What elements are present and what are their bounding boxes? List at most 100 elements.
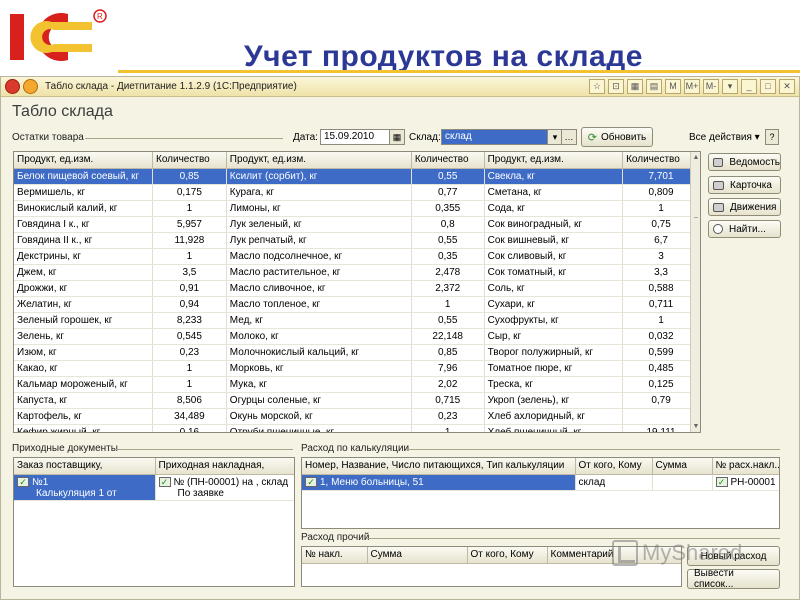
quantity-cell[interactable]: 0,35	[411, 248, 485, 265]
vertical-scrollbar[interactable]: ▲ – ▼	[690, 152, 700, 432]
quantity-cell[interactable]: 0,23	[152, 344, 227, 361]
quantity-cell[interactable]: 11,928	[152, 232, 227, 249]
quantity-cell[interactable]: 8,233	[152, 312, 227, 329]
table-row[interactable]: ✓ №1 Калькуляция 1 от ✓ № (ПН-00001) на , …	[14, 474, 294, 501]
quantity-cell[interactable]: 2,372	[411, 280, 485, 297]
product-cell[interactable]: Винокислый калий, кг	[14, 200, 153, 217]
product-cell[interactable]: Изюм, кг	[14, 344, 153, 361]
favorites-icon[interactable]: ☆	[589, 79, 605, 94]
quantity-cell[interactable]: 3	[622, 248, 700, 265]
column-header[interactable]: Продукт, ед.изм.	[14, 152, 153, 169]
product-cell[interactable]: Какао, кг	[14, 360, 153, 377]
product-cell[interactable]: Кефир жирный, кг	[14, 424, 153, 432]
product-cell[interactable]: Джем, кг	[14, 264, 153, 281]
quantity-cell[interactable]: 1	[152, 248, 227, 265]
scroll-down-icon[interactable]: ▼	[692, 423, 700, 430]
product-cell[interactable]: Свекла, кг	[484, 168, 624, 185]
table-row[interactable]: Белок пищевой соевый, кг 0,85 Ксилит (сорб…	[14, 168, 700, 185]
quantity-cell[interactable]: 1	[622, 200, 700, 217]
quantity-cell[interactable]: 1	[152, 360, 227, 377]
product-cell[interactable]: Томатное пюре, кг	[484, 360, 624, 377]
product-cell[interactable]: Соль, кг	[484, 280, 624, 297]
select-more-button[interactable]: …	[561, 129, 577, 145]
column-header[interactable]: Количество	[411, 152, 485, 169]
memory-plus-button[interactable]: M+	[684, 79, 700, 94]
quantity-cell[interactable]: 7,701	[622, 168, 700, 185]
quantity-cell[interactable]: 1	[152, 200, 227, 217]
table-row[interactable]: Дрожжи, кг 0,91 Масло сливочное, кг 2,372 Со…	[14, 280, 700, 297]
quantity-cell[interactable]: 0,55	[411, 168, 485, 185]
quantity-cell[interactable]: 22,148	[411, 328, 485, 345]
quantity-cell[interactable]: 2,478	[411, 264, 485, 281]
table-row[interactable]: Джем, кг 3,5 Масло растительное, кг 2,478 Со…	[14, 264, 700, 281]
quantity-cell[interactable]: 0,545	[152, 328, 227, 345]
product-cell[interactable]: Говядина I к., кг	[14, 216, 153, 233]
product-cell[interactable]: Огурцы соленые, кг	[226, 392, 412, 409]
column-header[interactable]: Сумма	[367, 547, 468, 564]
column-header[interactable]: № расх.накл...	[712, 458, 779, 475]
product-cell[interactable]: Зелень, кг	[14, 328, 153, 345]
card-button[interactable]: Карточка	[708, 176, 781, 194]
memory-button[interactable]: M	[665, 79, 681, 94]
stock-table[interactable]: Продукт, ед.изм. Количество Продукт, ед.из…	[13, 151, 701, 433]
column-header[interactable]: Количество	[152, 152, 227, 169]
column-header[interactable]: От кого, Кому	[467, 547, 548, 564]
quantity-cell[interactable]: 0,75	[622, 216, 700, 233]
quantity-cell[interactable]: 0,032	[622, 328, 700, 345]
dropdown-icon[interactable]: ▾	[722, 79, 738, 94]
product-cell[interactable]: Сок томатный, кг	[484, 264, 624, 281]
quantity-cell[interactable]: 0,599	[622, 344, 700, 361]
table-row[interactable]: Изюм, кг 0,23 Молочнокислый кальций, кг 0,8…	[14, 344, 700, 361]
product-cell[interactable]: Желатин, кг	[14, 296, 153, 313]
quantity-cell[interactable]: 0,91	[152, 280, 227, 297]
column-header[interactable]: От кого, Кому	[575, 458, 653, 475]
table-row[interactable]: Винокислый калий, кг 1 Лимоны, кг 0,355 Сода…	[14, 200, 700, 217]
quantity-cell[interactable]: 2,02	[411, 376, 485, 393]
quantity-cell[interactable]: 1	[622, 312, 700, 329]
table-row[interactable]: Говядина I к., кг 5,957 Лук зеленый, кг 0,8…	[14, 216, 700, 233]
quantity-cell[interactable]: 5,957	[152, 216, 227, 233]
table-row[interactable]: Какао, кг 1 Морковь, кг 7,96 Томатное пюре, …	[14, 360, 700, 377]
find-button[interactable]: Найти...	[708, 220, 781, 238]
column-header[interactable]: Заказ поставщику,	[14, 458, 156, 475]
quantity-cell[interactable]: 0,175	[152, 184, 227, 201]
sum-cell[interactable]	[652, 474, 713, 491]
table-row[interactable]: ✓ 1, Меню больницы, 51 склад ✓ РН-00001	[302, 474, 779, 491]
refresh-button[interactable]: ⟳ Обновить	[581, 127, 653, 147]
table-row[interactable]: Говядина II к., кг 11,928 Лук репчатый, кг…	[14, 232, 700, 249]
product-cell[interactable]: Треска, кг	[484, 376, 624, 393]
product-cell[interactable]: Масло сливочное, кг	[226, 280, 412, 297]
product-cell[interactable]: Кальмар мороженый, кг	[14, 376, 153, 393]
product-cell[interactable]: Сода, кг	[484, 200, 624, 217]
column-header[interactable]: Продукт, ед.изм.	[484, 152, 624, 169]
product-cell[interactable]: Отруби пшеничные, кг	[226, 424, 412, 432]
product-cell[interactable]: Окунь морской, кг	[226, 408, 412, 425]
product-cell[interactable]: Мука, кг	[226, 376, 412, 393]
table-row[interactable]: Желатин, кг 0,94 Масло топленое, кг 1 Сухари…	[14, 296, 700, 313]
quantity-cell[interactable]: 0,55	[411, 232, 485, 249]
consumption-table[interactable]: Номер, Название, Число питающихся, Тип к…	[301, 457, 780, 529]
product-cell[interactable]: Сухари, кг	[484, 296, 624, 313]
quantity-cell[interactable]: 0,809	[622, 184, 700, 201]
table-row[interactable]: Кефир жирный, кг 0,16 Отруби пшеничные, кг…	[14, 424, 700, 432]
minimize-button[interactable]: _	[741, 79, 757, 94]
product-cell[interactable]: Творог полужирный, кг	[484, 344, 624, 361]
maximize-button[interactable]: □	[760, 79, 776, 94]
column-header[interactable]: Продукт, ед.изм.	[226, 152, 412, 169]
all-actions-menu[interactable]: Все действия ▾	[689, 132, 760, 143]
quantity-cell[interactable]: 0,55	[411, 312, 485, 329]
quantity-cell[interactable]: 34,489	[152, 408, 227, 425]
quantity-cell[interactable]: 1	[152, 376, 227, 393]
table-row[interactable]: Зелень, кг 0,545 Молоко, кг 22,148 Сыр, кг 0,…	[14, 328, 700, 345]
quantity-cell[interactable]: 0,588	[622, 280, 700, 297]
product-cell[interactable]: Сок сливовый, кг	[484, 248, 624, 265]
quantity-cell[interactable]: 0,77	[411, 184, 485, 201]
product-cell[interactable]: Сок вишневый, кг	[484, 232, 624, 249]
product-cell[interactable]: Лук репчатый, кг	[226, 232, 412, 249]
column-header[interactable]: Приходная накладная,	[155, 458, 294, 475]
date-input[interactable]: 15.09.2010	[320, 129, 390, 145]
quantity-cell[interactable]: 3,3	[622, 264, 700, 281]
close-button[interactable]: ✕	[779, 79, 795, 94]
quantity-cell[interactable]: 0,23	[411, 408, 485, 425]
product-cell[interactable]: Сухофрукты, кг	[484, 312, 624, 329]
